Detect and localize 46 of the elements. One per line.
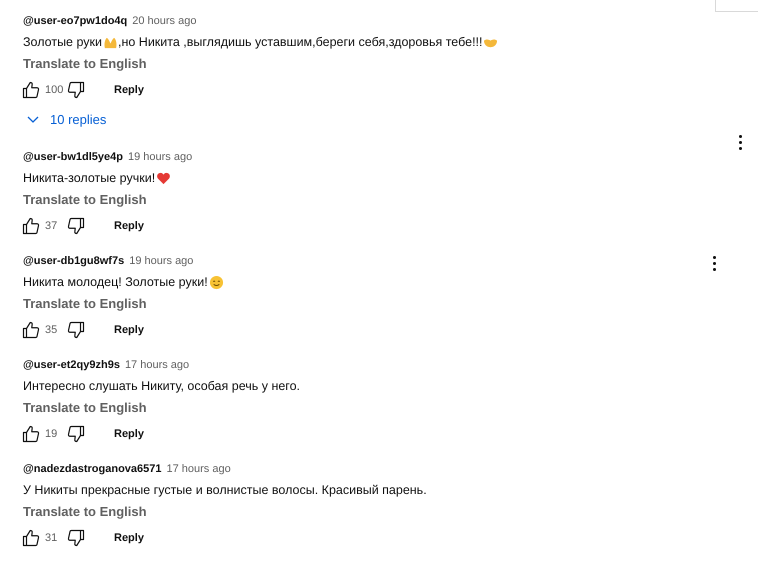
comment-author[interactable]: @user-db1gu8wf7s (23, 252, 124, 270)
thumbs-up-icon[interactable] (22, 321, 40, 339)
comment-author[interactable]: @user-bw1dl5ye4p (23, 148, 123, 166)
thumbs-down-icon[interactable] (67, 217, 85, 235)
comment-time[interactable]: 19 hours ago (129, 252, 194, 270)
comment-text: У Никиты прекрасные густые и волнистые волосы. Красивый парень. (23, 482, 427, 499)
thumbs-down-icon[interactable] (67, 81, 85, 99)
translate-link[interactable]: Translate to English (23, 398, 147, 418)
like-count: 35 (45, 322, 58, 338)
comment-time[interactable]: 20 hours ago (132, 12, 196, 30)
thumbs-up-icon[interactable] (22, 81, 40, 99)
reply-button[interactable]: Reply (114, 322, 144, 338)
comment-time[interactable]: 17 hours ago (166, 460, 231, 478)
panel-edge (715, 0, 758, 12)
reply-button[interactable]: Reply (114, 218, 144, 234)
comment-time[interactable]: 17 hours ago (124, 356, 190, 374)
translate-link[interactable]: Translate to English (23, 294, 147, 314)
comment-text: Интересно слушать Никиту, особая речь у него. (23, 378, 300, 395)
thumbs-up-icon[interactable] (22, 529, 40, 547)
thumbs-down-icon[interactable] (67, 321, 85, 339)
like-count: 31 (45, 530, 58, 546)
comment-author[interactable]: @user-eo7pw1do4q (23, 12, 128, 30)
reply-button[interactable]: Reply (114, 82, 144, 98)
reply-button[interactable]: Reply (114, 530, 144, 546)
translate-link[interactable]: Translate to English (23, 54, 147, 74)
comment-text: Золотые руки (23, 34, 102, 51)
reply-button[interactable]: Reply (114, 426, 144, 442)
translate-link[interactable]: Translate to English (23, 502, 147, 522)
comment-text: Никита молодец! Золотые руки! (23, 274, 208, 291)
like-count: 37 (45, 218, 58, 234)
like-count: 19 (45, 426, 58, 442)
comment-author[interactable]: @user-et2qy9zh9s (23, 356, 120, 374)
comment-text: Никита-золотые ручки! (23, 170, 156, 187)
like-count: 100 (45, 82, 64, 98)
translate-link[interactable]: Translate to English (23, 190, 147, 210)
heart-emoji-icon (156, 170, 172, 186)
chevron-down-icon (27, 116, 39, 124)
comment-time[interactable]: 19 hours ago (128, 148, 192, 166)
smiling-face-emoji-icon (208, 274, 224, 290)
thumbs-up-icon[interactable] (22, 217, 40, 235)
thumbs-up-icon[interactable] (22, 425, 40, 443)
thumbs-down-icon[interactable] (67, 529, 85, 547)
thumbs-down-icon[interactable] (67, 425, 85, 443)
comment-text: ,но Никита ,выглядишь уставшим,береги себя,здоровья тебе!!! (118, 34, 482, 51)
view-replies-button[interactable]: 10 replies (23, 105, 106, 135)
comment-author[interactable]: @nadezdastroganova6571 (23, 460, 162, 478)
